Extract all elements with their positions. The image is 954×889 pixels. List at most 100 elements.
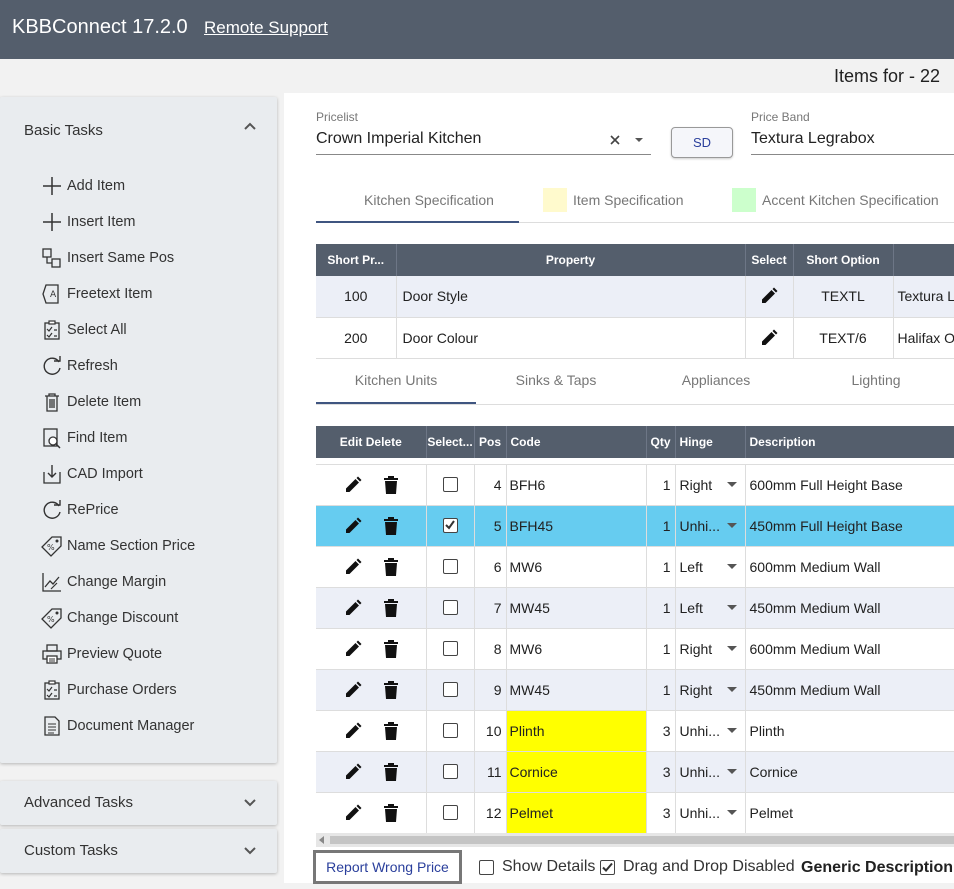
row-checkbox[interactable] bbox=[442, 764, 458, 779]
basic-tasks-title[interactable]: Basic Tasks bbox=[24, 122, 103, 139]
select-cell[interactable] bbox=[426, 751, 475, 793]
edit-pencil-icon[interactable] bbox=[745, 317, 794, 359]
task-delete-item[interactable]: Delete Item bbox=[38, 387, 141, 417]
task-purchase-orders[interactable]: Purchase Orders bbox=[38, 675, 177, 705]
task-document-manager[interactable]: Document Manager bbox=[38, 711, 194, 741]
column-header[interactable]: Hinge bbox=[675, 426, 746, 458]
scrollbar-thumb[interactable] bbox=[330, 836, 954, 844]
hinge-select[interactable]: Right bbox=[675, 669, 746, 711]
dropdown-caret-icon[interactable] bbox=[726, 523, 737, 528]
delete-trash-icon[interactable] bbox=[383, 639, 399, 659]
report-wrong-price-button[interactable]: Report Wrong Price bbox=[313, 850, 462, 884]
dropdown-caret-icon[interactable] bbox=[726, 564, 737, 569]
table-row[interactable]: 11 Cornice 3 Unhi... Cornice bbox=[316, 751, 954, 793]
select-cell[interactable] bbox=[426, 669, 475, 711]
tab-kitchen-specification[interactable]: Kitchen Specification bbox=[364, 177, 494, 223]
task-reprice[interactable]: RePrice bbox=[38, 495, 119, 525]
hinge-select[interactable]: Unhi... bbox=[675, 710, 746, 752]
row-checkbox[interactable] bbox=[442, 477, 458, 492]
select-cell[interactable] bbox=[426, 546, 475, 588]
sd-button[interactable]: SD bbox=[671, 127, 733, 158]
hinge-select[interactable]: Right bbox=[675, 464, 746, 506]
select-cell[interactable] bbox=[426, 464, 475, 506]
row-checkbox[interactable] bbox=[442, 682, 458, 697]
column-header[interactable]: Pos bbox=[474, 426, 507, 458]
edit-pencil-icon[interactable] bbox=[343, 475, 363, 495]
row-checkbox[interactable] bbox=[442, 805, 458, 820]
hinge-select[interactable]: Unhi... bbox=[675, 505, 746, 547]
price-band-select[interactable]: Textura Legrabox bbox=[751, 130, 954, 148]
advanced-tasks-panel[interactable]: Advanced Tasks bbox=[0, 781, 277, 825]
column-header[interactable]: Code bbox=[506, 426, 647, 458]
clear-icon[interactable] bbox=[609, 134, 621, 146]
delete-trash-icon[interactable] bbox=[383, 721, 399, 741]
edit-pencil-icon[interactable] bbox=[343, 516, 363, 536]
dropdown-caret-icon[interactable] bbox=[726, 646, 737, 651]
column-header[interactable]: Property bbox=[396, 244, 746, 276]
edit-pencil-icon[interactable] bbox=[745, 276, 794, 318]
edit-pencil-icon[interactable] bbox=[343, 803, 363, 823]
show-details-checkbox[interactable]: Show Details bbox=[479, 858, 595, 876]
remote-support-link[interactable]: Remote Support bbox=[204, 18, 328, 38]
tab-item-specification[interactable]: Item Specification bbox=[543, 177, 684, 223]
task-change-discount[interactable]: % Change Discount bbox=[38, 603, 178, 633]
select-cell[interactable] bbox=[426, 628, 475, 670]
delete-trash-icon[interactable] bbox=[383, 557, 399, 577]
edit-pencil-icon[interactable] bbox=[343, 762, 363, 782]
advanced-tasks-title[interactable]: Advanced Tasks bbox=[24, 794, 133, 811]
select-cell[interactable] bbox=[426, 710, 475, 752]
task-insert-same-pos[interactable]: Insert Same Pos bbox=[38, 243, 174, 273]
select-cell[interactable] bbox=[426, 792, 475, 834]
task-add-item[interactable]: Add Item bbox=[38, 171, 125, 201]
dropdown-caret-icon[interactable] bbox=[726, 769, 737, 774]
task-cad-import[interactable]: CAD Import bbox=[38, 459, 143, 489]
task-name-section-price[interactable]: % Name Section Price bbox=[38, 531, 195, 561]
dropdown-caret-icon[interactable] bbox=[726, 687, 737, 692]
horizontal-scrollbar[interactable] bbox=[316, 833, 954, 847]
pricelist-select[interactable]: Crown Imperial Kitchen bbox=[316, 130, 586, 148]
delete-trash-icon[interactable] bbox=[383, 475, 399, 495]
column-header[interactable]: Description bbox=[745, 426, 954, 458]
dropdown-caret-icon[interactable] bbox=[635, 138, 643, 142]
dropdown-caret-icon[interactable] bbox=[726, 728, 737, 733]
custom-tasks-title[interactable]: Custom Tasks bbox=[24, 842, 118, 859]
custom-tasks-panel[interactable]: Custom Tasks bbox=[0, 829, 277, 873]
hinge-select[interactable]: Right bbox=[675, 628, 746, 670]
chevron-down-icon[interactable] bbox=[243, 846, 257, 856]
edit-pencil-icon[interactable] bbox=[343, 639, 363, 659]
scroll-left-icon[interactable] bbox=[319, 836, 324, 844]
column-header[interactable] bbox=[893, 244, 954, 276]
checkbox[interactable] bbox=[479, 859, 494, 875]
task-refresh[interactable]: Refresh bbox=[38, 351, 118, 381]
task-find-item[interactable]: Find Item bbox=[38, 423, 127, 453]
edit-pencil-icon[interactable] bbox=[343, 557, 363, 577]
chevron-down-icon[interactable] bbox=[243, 798, 257, 808]
delete-trash-icon[interactable] bbox=[383, 598, 399, 618]
table-row[interactable]: 200 Door Colour TEXT/6 Halifax O bbox=[316, 317, 954, 359]
select-cell[interactable] bbox=[426, 587, 475, 629]
dropdown-caret-icon[interactable] bbox=[726, 482, 737, 487]
tab-accent-kitchen-specification[interactable]: Accent Kitchen Specification bbox=[732, 177, 939, 223]
table-row[interactable]: 8 MW6 1 Right 600mm Medium Wall bbox=[316, 628, 954, 670]
task-change-margin[interactable]: Change Margin bbox=[38, 567, 166, 597]
chevron-up-icon[interactable] bbox=[243, 121, 257, 131]
task-insert-item[interactable]: Insert Item bbox=[38, 207, 136, 237]
table-row[interactable]: 9 MW45 1 Right 450mm Medium Wall bbox=[316, 669, 954, 711]
dropdown-caret-icon[interactable] bbox=[726, 810, 737, 815]
row-checkbox[interactable] bbox=[442, 518, 458, 533]
delete-trash-icon[interactable] bbox=[383, 516, 399, 536]
tab-sinks-taps[interactable]: Sinks & Taps bbox=[476, 358, 636, 402]
column-header[interactable]: Edit Delete bbox=[316, 426, 427, 458]
tab-kitchen-units[interactable]: Kitchen Units bbox=[316, 358, 476, 402]
task-select-all[interactable]: Select All bbox=[38, 315, 127, 345]
table-row[interactable]: 12 Pelmet 3 Unhi... Pelmet bbox=[316, 792, 954, 834]
task-preview-quote[interactable]: Preview Quote bbox=[38, 639, 162, 669]
column-header[interactable]: Select... bbox=[426, 426, 475, 458]
table-row[interactable]: 10 Plinth 3 Unhi... Plinth bbox=[316, 710, 954, 752]
edit-pencil-icon[interactable] bbox=[343, 598, 363, 618]
hinge-select[interactable]: Left bbox=[675, 546, 746, 588]
hinge-select[interactable]: Unhi... bbox=[675, 751, 746, 793]
table-row[interactable]: 5 BFH45 1 Unhi... 450mm Full Height Base bbox=[316, 505, 954, 547]
edit-pencil-icon[interactable] bbox=[343, 721, 363, 741]
tab-lighting[interactable]: Lighting bbox=[796, 358, 954, 402]
